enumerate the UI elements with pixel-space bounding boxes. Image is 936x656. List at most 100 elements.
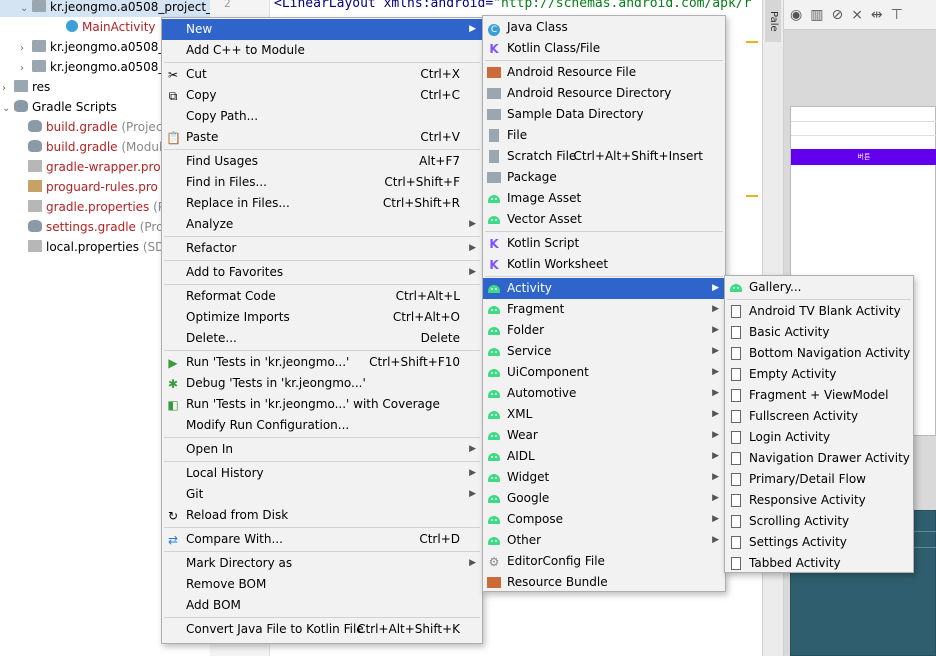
menu-item-gallery[interactable]: Gallery... bbox=[725, 277, 913, 298]
menu-item-settings-activity[interactable]: Settings Activity bbox=[725, 532, 913, 553]
menu-item-label: Git bbox=[186, 487, 204, 501]
menu-item-java-class[interactable]: C Java Class bbox=[483, 17, 725, 38]
menu-item-responsive-activity[interactable]: Responsive Activity bbox=[725, 490, 913, 511]
menu-item-cut[interactable]: ✂ Cut Ctrl+X bbox=[162, 64, 482, 85]
menu-item-fullscreen-activity[interactable]: Fullscreen Activity bbox=[725, 406, 913, 427]
menu-item-empty-activity[interactable]: Empty Activity bbox=[725, 364, 913, 385]
folder-icon bbox=[487, 172, 501, 183]
menu-item-mark-directory-as[interactable]: Mark Directory as ▶ bbox=[162, 553, 482, 574]
tree-item[interactable]: ⌄ kr.jeongmo.a0508_project_09 bbox=[0, 0, 210, 17]
menu-item-convert-java-file-to-kotlin-file[interactable]: Convert Java File to Kotlin File Ctrl+Alt… bbox=[162, 619, 482, 640]
menu-item-other[interactable]: Other ▶ bbox=[483, 530, 725, 551]
menu-item-service[interactable]: Service ▶ bbox=[483, 341, 725, 362]
preview-button[interactable]: 버튼 bbox=[791, 149, 936, 165]
expand-arrow-icon[interactable]: › bbox=[20, 39, 32, 57]
menu-item-replace-in-files[interactable]: Replace in Files... Ctrl+Shift+R bbox=[162, 193, 482, 214]
menu-item-debug-tests-in-kr-jeongmo[interactable]: ✱ Debug 'Tests in 'kr.jeongmo...' bbox=[162, 373, 482, 394]
menu-item-primary-detail-flow[interactable]: Primary/Detail Flow bbox=[725, 469, 913, 490]
menu-item-compose[interactable]: Compose ▶ bbox=[483, 509, 725, 530]
menu-item-image-asset[interactable]: Image Asset bbox=[483, 188, 725, 209]
menu-item-kotlin-worksheet[interactable]: K Kotlin Worksheet bbox=[483, 254, 725, 275]
menu-item-navigation-drawer-activity[interactable]: Navigation Drawer Activity bbox=[725, 448, 913, 469]
menu-item-label: Open In bbox=[186, 442, 234, 456]
menu-item-refactor[interactable]: Refactor ▶ bbox=[162, 238, 482, 259]
menu-item-bottom-navigation-activity[interactable]: Bottom Navigation Activity bbox=[725, 343, 913, 364]
menu-item-kotlin-class-file[interactable]: K Kotlin Class/File bbox=[483, 38, 725, 59]
eye-icon[interactable]: ◉ bbox=[790, 7, 802, 23]
menu-item-login-activity[interactable]: Login Activity bbox=[725, 427, 913, 448]
menu-separator bbox=[164, 284, 480, 285]
menu-item-fragment[interactable]: Fragment ▶ bbox=[483, 299, 725, 320]
menu-item-sample-data-directory[interactable]: Sample Data Directory bbox=[483, 104, 725, 125]
menu-item-tabbed-activity[interactable]: Tabbed Activity bbox=[725, 553, 913, 574]
menu-separator bbox=[485, 276, 723, 277]
menu-item-android-resource-directory[interactable]: Android Resource Directory bbox=[483, 83, 725, 104]
menu-item-delete[interactable]: Delete... Delete bbox=[162, 328, 482, 349]
menu-item-add-c-to-module[interactable]: Add C++ to Module bbox=[162, 40, 482, 61]
menu-item-kotlin-script[interactable]: K Kotlin Script bbox=[483, 233, 725, 254]
menu-item-open-in[interactable]: Open In ▶ bbox=[162, 439, 482, 460]
menu-item-label: Fragment + ViewModel bbox=[749, 388, 889, 402]
expand-arrow-icon[interactable]: ⌄ bbox=[2, 99, 14, 117]
magnet-icon[interactable]: ⊘ bbox=[831, 7, 843, 23]
menu-item-wear[interactable]: Wear ▶ bbox=[483, 425, 725, 446]
menu-item-copy[interactable]: ⧉ Copy Ctrl+C bbox=[162, 85, 482, 106]
menu-item-add-bom[interactable]: Add BOM bbox=[162, 595, 482, 616]
menu-item-run-tests-in-kr-jeongmo-with-coverage[interactable]: ◧ Run 'Tests in 'kr.jeongmo...' with Cove… bbox=[162, 394, 482, 415]
expand-arrow-icon[interactable]: › bbox=[2, 79, 14, 97]
menu-item-folder[interactable]: Folder ▶ bbox=[483, 320, 725, 341]
menu-item-widget[interactable]: Widget ▶ bbox=[483, 467, 725, 488]
menu-item-uicomponent[interactable]: UiComponent ▶ bbox=[483, 362, 725, 383]
menu-item-editorconfig-file[interactable]: ⚙ EditorConfig File bbox=[483, 551, 725, 572]
menu-item-label: Optimize Imports bbox=[186, 310, 290, 324]
expand-arrow-icon[interactable]: ⌄ bbox=[20, 0, 32, 17]
menu-item-resource-bundle[interactable]: Resource Bundle bbox=[483, 572, 725, 593]
menu-item-shortcut: Ctrl+Alt+Shift+K bbox=[357, 622, 460, 636]
menu-item-modify-run-configuration[interactable]: Modify Run Configuration... bbox=[162, 415, 482, 436]
menu-item-paste[interactable]: 📋 Paste Ctrl+V bbox=[162, 127, 482, 148]
align-icon[interactable]: ⇹ bbox=[871, 7, 883, 23]
menu-icon-wrap: C bbox=[487, 21, 501, 36]
menu-item-activity[interactable]: Activity ▶ bbox=[483, 278, 725, 299]
menu-item-local-history[interactable]: Local History ▶ bbox=[162, 463, 482, 484]
menu-item-scratch-file[interactable]: Scratch File Ctrl+Alt+Shift+Insert bbox=[483, 146, 725, 167]
tree-item-label: build.gradle bbox=[46, 140, 118, 154]
menu-item-optimize-imports[interactable]: Optimize Imports Ctrl+Alt+O bbox=[162, 307, 482, 328]
guideline-icon[interactable]: ⊤ bbox=[891, 7, 903, 23]
clear-constraints-icon[interactable]: ⨯ bbox=[851, 7, 863, 23]
blueprint-icon[interactable]: ▥ bbox=[810, 7, 823, 23]
menu-item-basic-activity[interactable]: Basic Activity bbox=[725, 322, 913, 343]
menu-item-android-resource-file[interactable]: Android Resource File bbox=[483, 62, 725, 83]
menu-item-find-usages[interactable]: Find Usages Alt+F7 bbox=[162, 151, 482, 172]
menu-item-file[interactable]: File bbox=[483, 125, 725, 146]
menu-item-fragment-viewmodel[interactable]: Fragment + ViewModel bbox=[725, 385, 913, 406]
menu-item-label: Empty Activity bbox=[749, 367, 837, 381]
android-icon bbox=[488, 195, 500, 203]
menu-item-aidl[interactable]: AIDL ▶ bbox=[483, 446, 725, 467]
menu-item-new[interactable]: New ▶ bbox=[162, 19, 482, 40]
menu-item-vector-asset[interactable]: Vector Asset bbox=[483, 209, 725, 230]
menu-item-reformat-code[interactable]: Reformat Code Ctrl+Alt+L bbox=[162, 286, 482, 307]
menu-item-compare-with[interactable]: ⇄ Compare With... Ctrl+D bbox=[162, 529, 482, 550]
expand-arrow-icon[interactable]: › bbox=[20, 59, 32, 77]
menu-item-git[interactable]: Git ▶ bbox=[162, 484, 482, 505]
menu-item-android-tv-blank-activity[interactable]: Android TV Blank Activity bbox=[725, 301, 913, 322]
menu-item-xml[interactable]: XML ▶ bbox=[483, 404, 725, 425]
menu-item-find-in-files[interactable]: Find in Files... Ctrl+Shift+F bbox=[162, 172, 482, 193]
menu-item-reload-from-disk[interactable]: ↻ Reload from Disk bbox=[162, 505, 482, 526]
code-value: "http://schemas.android.com/apk/r bbox=[493, 0, 752, 11]
menu-item-scrolling-activity[interactable]: Scrolling Activity bbox=[725, 511, 913, 532]
menu-item-automotive[interactable]: Automotive ▶ bbox=[483, 383, 725, 404]
palette-tab[interactable]: Pale bbox=[765, 0, 781, 42]
menu-item-remove-bom[interactable]: Remove BOM bbox=[162, 574, 482, 595]
menu-item-add-to-favorites[interactable]: Add to Favorites ▶ bbox=[162, 262, 482, 283]
menu-item-package[interactable]: Package bbox=[483, 167, 725, 188]
tree-item-label: res bbox=[32, 80, 51, 94]
menu-item-analyze[interactable]: Analyze ▶ bbox=[162, 214, 482, 235]
menu-item-shortcut: Ctrl+Alt+O bbox=[392, 310, 460, 324]
menu-item-google[interactable]: Google ▶ bbox=[483, 488, 725, 509]
menu-item-copy-path[interactable]: Copy Path... bbox=[162, 106, 482, 127]
android-icon bbox=[730, 284, 742, 292]
menu-icon: 📋 bbox=[166, 131, 181, 145]
menu-item-run-tests-in-kr-jeongmo[interactable]: ▶ Run 'Tests in 'kr.jeongmo...' Ctrl+Shift… bbox=[162, 352, 482, 373]
